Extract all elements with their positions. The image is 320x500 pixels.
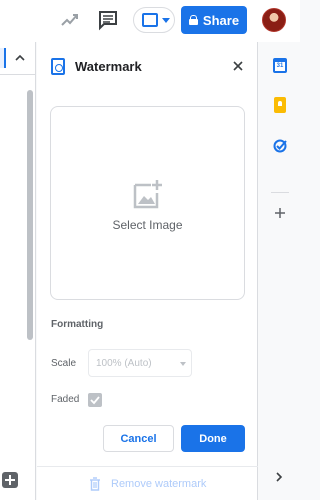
avatar[interactable]: [262, 8, 286, 32]
document-edge: [0, 42, 36, 500]
watermark-doc-icon: [51, 58, 65, 75]
checkmark-icon: [90, 396, 100, 405]
lock-icon: [188, 15, 198, 25]
cancel-button[interactable]: Cancel: [103, 425, 174, 452]
select-image-area[interactable]: Select Image: [50, 106, 245, 300]
divider: [271, 192, 289, 193]
watermark-panel: Watermark Select Image Formatting Scale …: [37, 42, 258, 500]
divider: [0, 74, 36, 75]
explore-icon[interactable]: [2, 472, 18, 488]
chevron-right-icon[interactable]: [275, 472, 283, 482]
remove-watermark-button[interactable]: Remove watermark: [89, 476, 206, 492]
tasks-icon[interactable]: [273, 139, 287, 153]
divider: [37, 466, 258, 467]
faded-label: Faded: [51, 394, 80, 405]
comment-history-icon[interactable]: [97, 9, 119, 31]
present-button[interactable]: [133, 7, 175, 33]
scale-select[interactable]: 100% (Auto): [88, 349, 192, 377]
calendar-icon[interactable]: 31: [273, 58, 287, 73]
done-button[interactable]: Done: [181, 425, 245, 452]
formatting-heading: Formatting: [51, 319, 104, 330]
chevron-up-icon[interactable]: [15, 53, 25, 63]
trash-icon: [90, 477, 100, 491]
scale-value: 100% (Auto): [96, 358, 152, 369]
faded-checkbox[interactable]: [88, 393, 102, 407]
select-image-label: Select Image: [112, 218, 183, 232]
chevron-down-icon: [180, 362, 186, 366]
scrollbar[interactable]: [27, 90, 33, 340]
close-icon[interactable]: [231, 59, 245, 73]
share-button[interactable]: Share: [181, 6, 247, 34]
add-icon[interactable]: [274, 207, 286, 219]
scale-label: Scale: [51, 358, 77, 369]
present-icon: [142, 13, 158, 27]
keep-icon[interactable]: [274, 97, 286, 113]
selection-marker: [0, 48, 6, 68]
remove-watermark-label: Remove watermark: [111, 478, 207, 490]
trending-icon[interactable]: [60, 10, 80, 30]
side-panel-bar: 31: [259, 42, 300, 500]
share-button-label: Share: [202, 12, 240, 28]
chevron-down-icon: [162, 18, 170, 23]
panel-title: Watermark: [75, 59, 142, 74]
add-image-icon: [133, 180, 162, 209]
top-toolbar: Share: [0, 0, 300, 42]
